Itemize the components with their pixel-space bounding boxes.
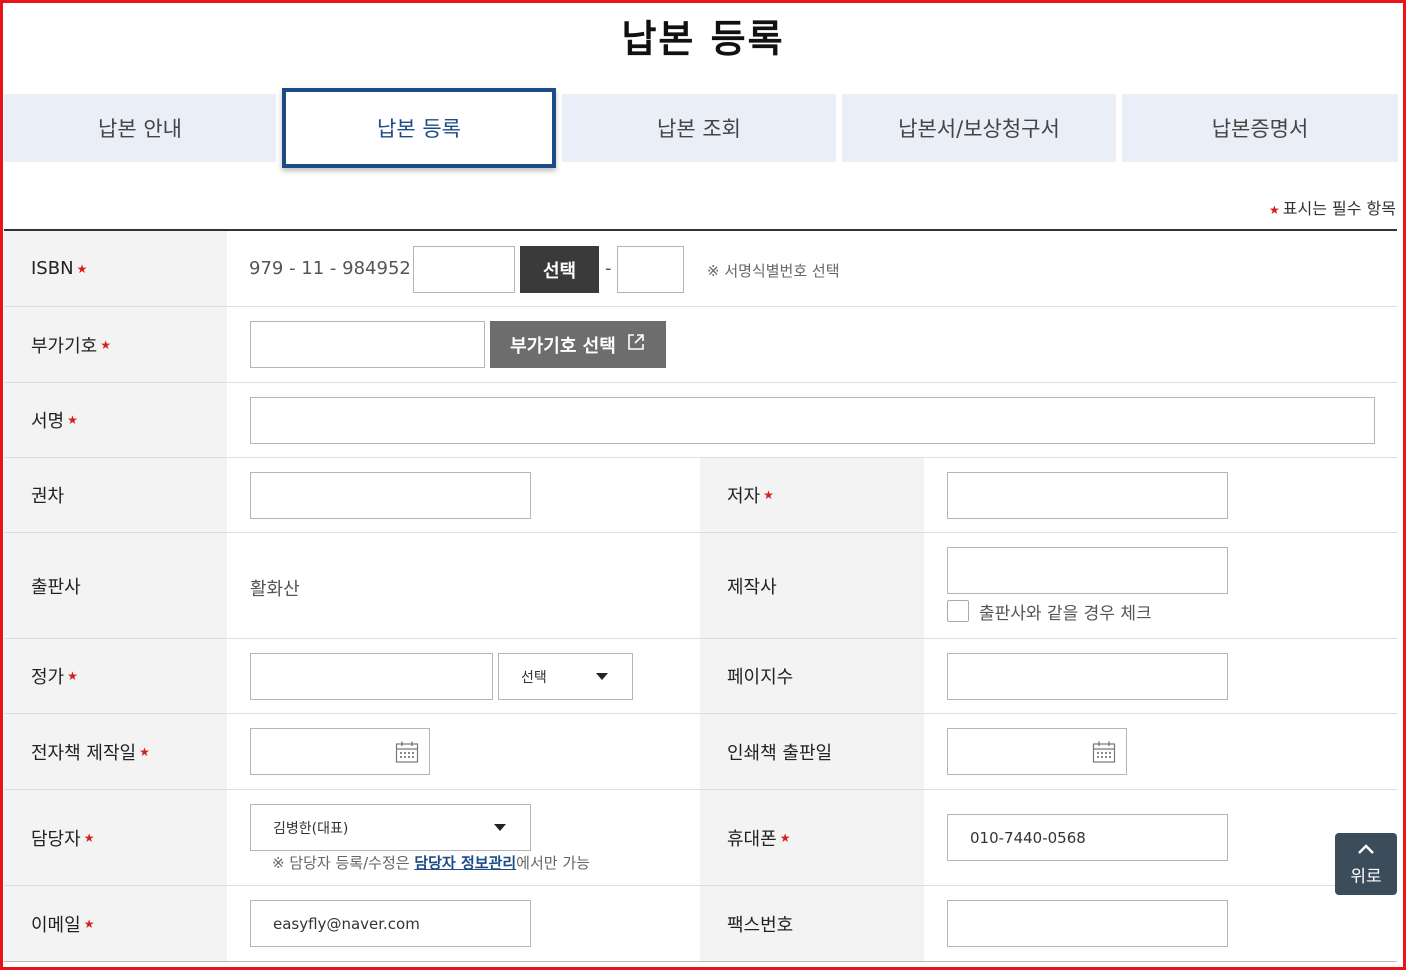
row-email-fax: 이메일 ★ easyfly@naver.com 팩스번호 [4, 886, 1397, 962]
page-title: 납본 등록 [621, 17, 785, 61]
isbn-select-button[interactable]: 선택 [520, 246, 599, 293]
required-star-icon: ★ [67, 669, 78, 683]
required-note: ★ 표시는 필수 항목 [1269, 199, 1396, 218]
label-additional-code: 부가기호 ★ [4, 307, 227, 382]
required-star-icon: ★ [779, 830, 791, 845]
manager-hint: ※ 담당자 등록/수정은 담당자 정보관리에서만 가능 [272, 854, 590, 872]
row-additional-code: 부가기호 ★ 부가기호 선택 [4, 307, 1397, 383]
label-isbn: ISBN ★ [4, 231, 227, 306]
required-star-icon: ★ [763, 488, 774, 502]
calendar-icon[interactable] [395, 740, 419, 764]
required-star-icon: ★ [83, 916, 95, 931]
required-star-icon: ★ [100, 337, 112, 352]
registration-form: ISBN ★ 979 - 11 - 984952 - 선택 - ※ 서명식별번호 … [4, 229, 1397, 962]
label-author: 저자 ★ [700, 458, 924, 532]
required-star-icon: ★ [76, 261, 88, 276]
row-isbn: ISBN ★ 979 - 11 - 984952 - 선택 - ※ 서명식별번호 … [4, 231, 1397, 307]
label-price: 정가 ★ [4, 639, 227, 713]
chevron-down-icon [494, 824, 506, 831]
additional-code-input[interactable] [250, 321, 485, 368]
pages-input[interactable] [947, 653, 1228, 700]
label-producer: 제작사 [700, 533, 924, 638]
producer-input[interactable] [947, 547, 1228, 594]
calendar-icon[interactable] [1092, 740, 1116, 764]
label-volume: 권차 [4, 458, 227, 532]
email-input[interactable]: easyfly@naver.com [250, 900, 531, 947]
isbn-prefix: 979 - 11 - 984952 - [249, 258, 424, 279]
tab-deposit-register[interactable]: 납본 등록 [282, 88, 556, 168]
row-volume-author: 권차 저자 ★ [4, 458, 1397, 533]
ebook-date-input[interactable] [250, 728, 430, 775]
same-as-publisher-checkbox[interactable] [947, 600, 969, 622]
isbn-hint: ※ 서명식별번호 선택 [707, 262, 840, 280]
print-date-input[interactable] [947, 728, 1127, 775]
required-star-icon: ★ [67, 413, 78, 427]
manager-select[interactable]: 김병한(대표) [250, 804, 531, 851]
row-book-title: 서명 ★ [4, 383, 1397, 458]
author-input[interactable] [947, 472, 1228, 519]
required-star-icon: ★ [83, 830, 95, 845]
fax-input[interactable] [947, 900, 1228, 947]
manager-info-link[interactable]: 담당자 정보관리 [414, 854, 516, 872]
external-link-icon [626, 332, 646, 357]
scroll-to-top-button[interactable]: 위로 [1335, 833, 1397, 895]
tab-bar: 납본 안내 납본 등록 납본 조회 납본서/보상청구서 납본증명서 [4, 88, 1398, 170]
label-mobile: 휴대폰 ★ [700, 790, 924, 885]
tab-deposit-form[interactable]: 납본서/보상청구서 [842, 94, 1116, 162]
price-input[interactable] [250, 653, 493, 700]
book-title-input[interactable] [250, 397, 1375, 444]
row-manager-mobile: 담당자 ★ 김병한(대표) ※ 담당자 등록/수정은 담당자 정보관리에서만 가능… [4, 790, 1397, 886]
label-email: 이메일 ★ [4, 886, 227, 961]
row-price-pages: 정가 ★ 선택 페이지수 [4, 639, 1397, 714]
isbn-dash: - [605, 258, 612, 279]
isbn-title-id-input[interactable] [413, 246, 515, 293]
label-pages: 페이지수 [700, 639, 924, 713]
currency-select[interactable]: 선택 [498, 653, 633, 700]
tab-deposit-guide[interactable]: 납본 안내 [4, 94, 276, 162]
required-star-icon: ★ [139, 744, 150, 759]
row-dates: 전자책 제작일 ★ 인쇄책 출판일 [4, 714, 1397, 790]
label-print-date: 인쇄책 출판일 [700, 714, 924, 789]
mobile-input[interactable]: 010-7440-0568 [947, 814, 1228, 861]
required-star-icon: ★ [1269, 202, 1280, 217]
tab-deposit-search[interactable]: 납본 조회 [562, 94, 836, 162]
additional-code-select-button[interactable]: 부가기호 선택 [490, 321, 666, 368]
row-publisher-producer: 출판사 활화산 제작사 출판사와 같을 경우 체크 [4, 533, 1397, 639]
tab-deposit-certificate[interactable]: 납본증명서 [1122, 94, 1398, 162]
label-book-title: 서명 ★ [4, 383, 227, 457]
label-fax: 팩스번호 [700, 886, 924, 961]
chevron-up-icon [1357, 842, 1375, 862]
label-publisher: 출판사 [4, 533, 227, 638]
label-manager: 담당자 ★ [4, 790, 227, 885]
chevron-down-icon [596, 673, 608, 680]
isbn-check-digit-input[interactable] [617, 246, 684, 293]
same-as-publisher-label: 출판사와 같을 경우 체크 [979, 604, 1152, 624]
volume-input[interactable] [250, 472, 531, 519]
label-ebook-date: 전자책 제작일 ★ [4, 714, 227, 789]
publisher-value: 활화산 [250, 579, 300, 600]
